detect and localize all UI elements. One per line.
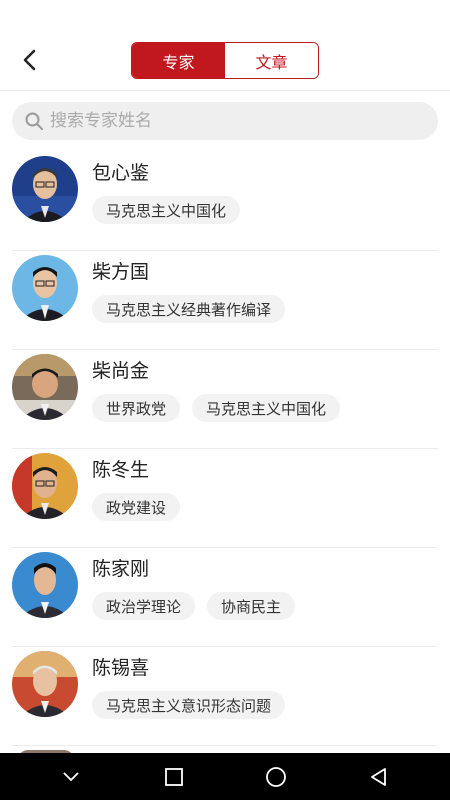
avatar — [12, 354, 78, 420]
field-tag: 马克思主义中国化 — [92, 196, 241, 224]
nav-back-button[interactable] — [359, 757, 399, 797]
search-input[interactable] — [50, 111, 410, 131]
avatar — [12, 552, 78, 618]
divider — [12, 745, 438, 746]
expert-name: 柴方国 — [92, 261, 150, 283]
search-icon — [25, 112, 43, 130]
expert-item-3[interactable]: 陈冬生 政党建设 — [0, 449, 450, 548]
tab-experts[interactable]: 专家 — [132, 43, 225, 78]
expert-name: 柴尚金 — [92, 360, 150, 382]
search-bar[interactable] — [12, 102, 438, 140]
triangle-back-icon — [370, 767, 386, 786]
expert-name: 包心鉴 — [92, 162, 150, 184]
avatar — [12, 255, 78, 321]
field-tag: 世界政党 — [92, 394, 181, 422]
field-tag: 马克思主义中国化 — [192, 394, 341, 422]
tag-list: 世界政党 马克思主义中国化 — [92, 394, 341, 422]
tag-list: 政治学理论 协商民主 — [92, 592, 296, 620]
field-tag: 协商民主 — [207, 592, 296, 620]
nav-collapse-button[interactable] — [51, 757, 91, 797]
avatar — [12, 453, 78, 519]
avatar — [12, 651, 78, 717]
tab-articles[interactable]: 文章 — [225, 43, 318, 78]
tag-list: 政党建设 — [92, 493, 181, 521]
tag-list: 马克思主义经典著作编译 — [92, 295, 286, 323]
expert-name: 陈冬生 — [92, 459, 150, 481]
expert-item-5[interactable]: 陈锡喜 马克思主义意识形态问题 — [0, 647, 450, 746]
field-tag: 马克思主义经典著作编译 — [92, 295, 286, 323]
segment-control: 专家 文章 — [131, 42, 319, 79]
field-tag: 马克思主义意识形态问题 — [92, 691, 286, 719]
expert-name: 陈家刚 — [92, 558, 150, 580]
avatar — [12, 156, 78, 222]
circle-icon — [266, 766, 287, 787]
square-icon — [164, 767, 183, 786]
expert-item-1[interactable]: 柴方国 马克思主义经典著作编译 — [0, 251, 450, 350]
system-nav-bar — [0, 753, 450, 800]
nav-recents-button[interactable] — [154, 757, 194, 797]
expert-item-4[interactable]: 陈家刚 政治学理论 协商民主 — [0, 548, 450, 647]
field-tag: 政治学理论 — [92, 592, 196, 620]
tag-list: 马克思主义意识形态问题 — [92, 691, 286, 719]
chevron-left-icon — [23, 49, 36, 71]
back-button[interactable] — [14, 44, 46, 76]
top-bar: 专家 文章 — [0, 0, 450, 91]
tag-list: 马克思主义中国化 — [92, 196, 241, 224]
expert-item-0[interactable]: 包心鉴 马克思主义中国化 — [0, 152, 450, 251]
nav-home-button[interactable] — [256, 757, 296, 797]
chevron-down-icon — [63, 771, 79, 781]
expert-list: 包心鉴 马克思主义中国化 柴方国 马克思主义经典著作编译 柴尚金 世界政党 马克… — [0, 152, 450, 753]
expert-name: 陈锡喜 — [92, 657, 150, 679]
expert-item-2[interactable]: 柴尚金 世界政党 马克思主义中国化 — [0, 350, 450, 449]
field-tag: 政党建设 — [92, 493, 181, 521]
